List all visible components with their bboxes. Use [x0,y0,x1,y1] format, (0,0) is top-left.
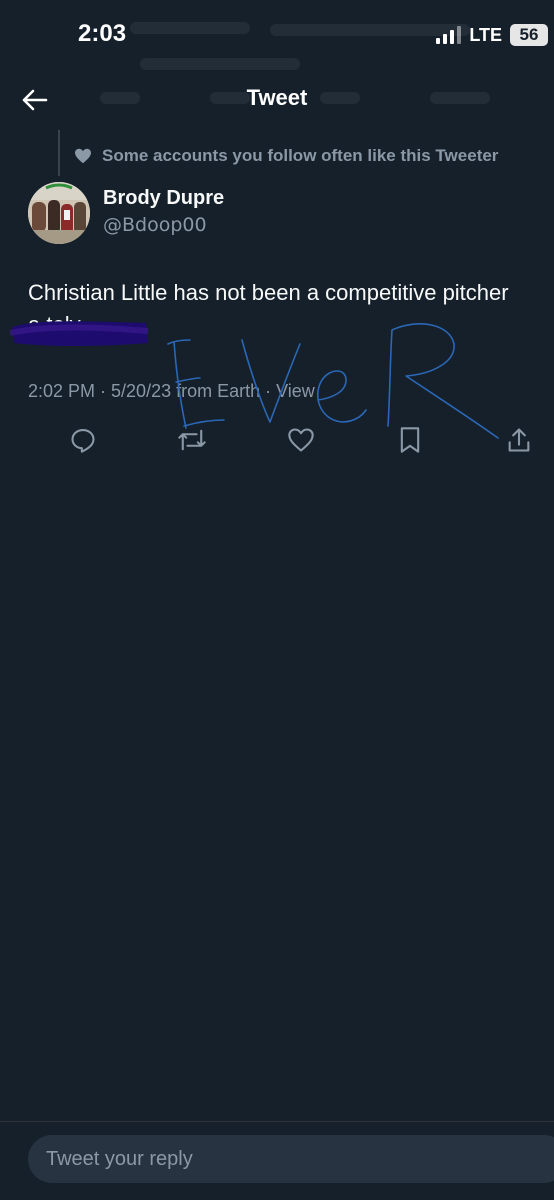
retweet-button[interactable] [176,424,208,456]
reply-button[interactable] [67,424,99,456]
battery-icon: 56 [510,24,548,46]
author-handle[interactable]: @Bdoop00 [103,214,207,236]
like-icon [288,428,314,452]
top-nav: Tweet [0,72,554,124]
bookmark-icon [400,427,420,453]
status-indicators: LTE 56 [436,24,548,46]
redaction-scribble [9,321,149,346]
like-button[interactable] [285,424,317,456]
retweet-icon [178,429,206,451]
heart-icon [75,148,91,164]
tweet-timestamp[interactable]: 2:02 PM · 5/20/23 from Earth · View [28,381,315,402]
bookmark-button[interactable] [394,424,426,456]
social-context-text: Some accounts you follow often like this… [102,146,499,165]
share-button[interactable] [503,424,535,456]
author-name[interactable]: Brody Dupre [103,187,224,210]
page-title: Tweet [246,85,308,110]
avatar[interactable] [28,182,90,244]
status-bar: 2:03 LTE 56 [0,0,554,72]
signal-icon [436,26,462,44]
reply-composer [0,1121,554,1200]
thread-line [58,130,60,176]
status-time: 2:03 [78,20,127,47]
reply-icon [71,429,95,453]
reply-input[interactable] [28,1135,554,1183]
tweet-text: Christian Little has not been a competit… [28,280,509,305]
tweet-actions [0,420,554,460]
avatar-photo [28,182,90,244]
network-label: LTE [469,24,502,45]
share-icon [508,428,530,452]
